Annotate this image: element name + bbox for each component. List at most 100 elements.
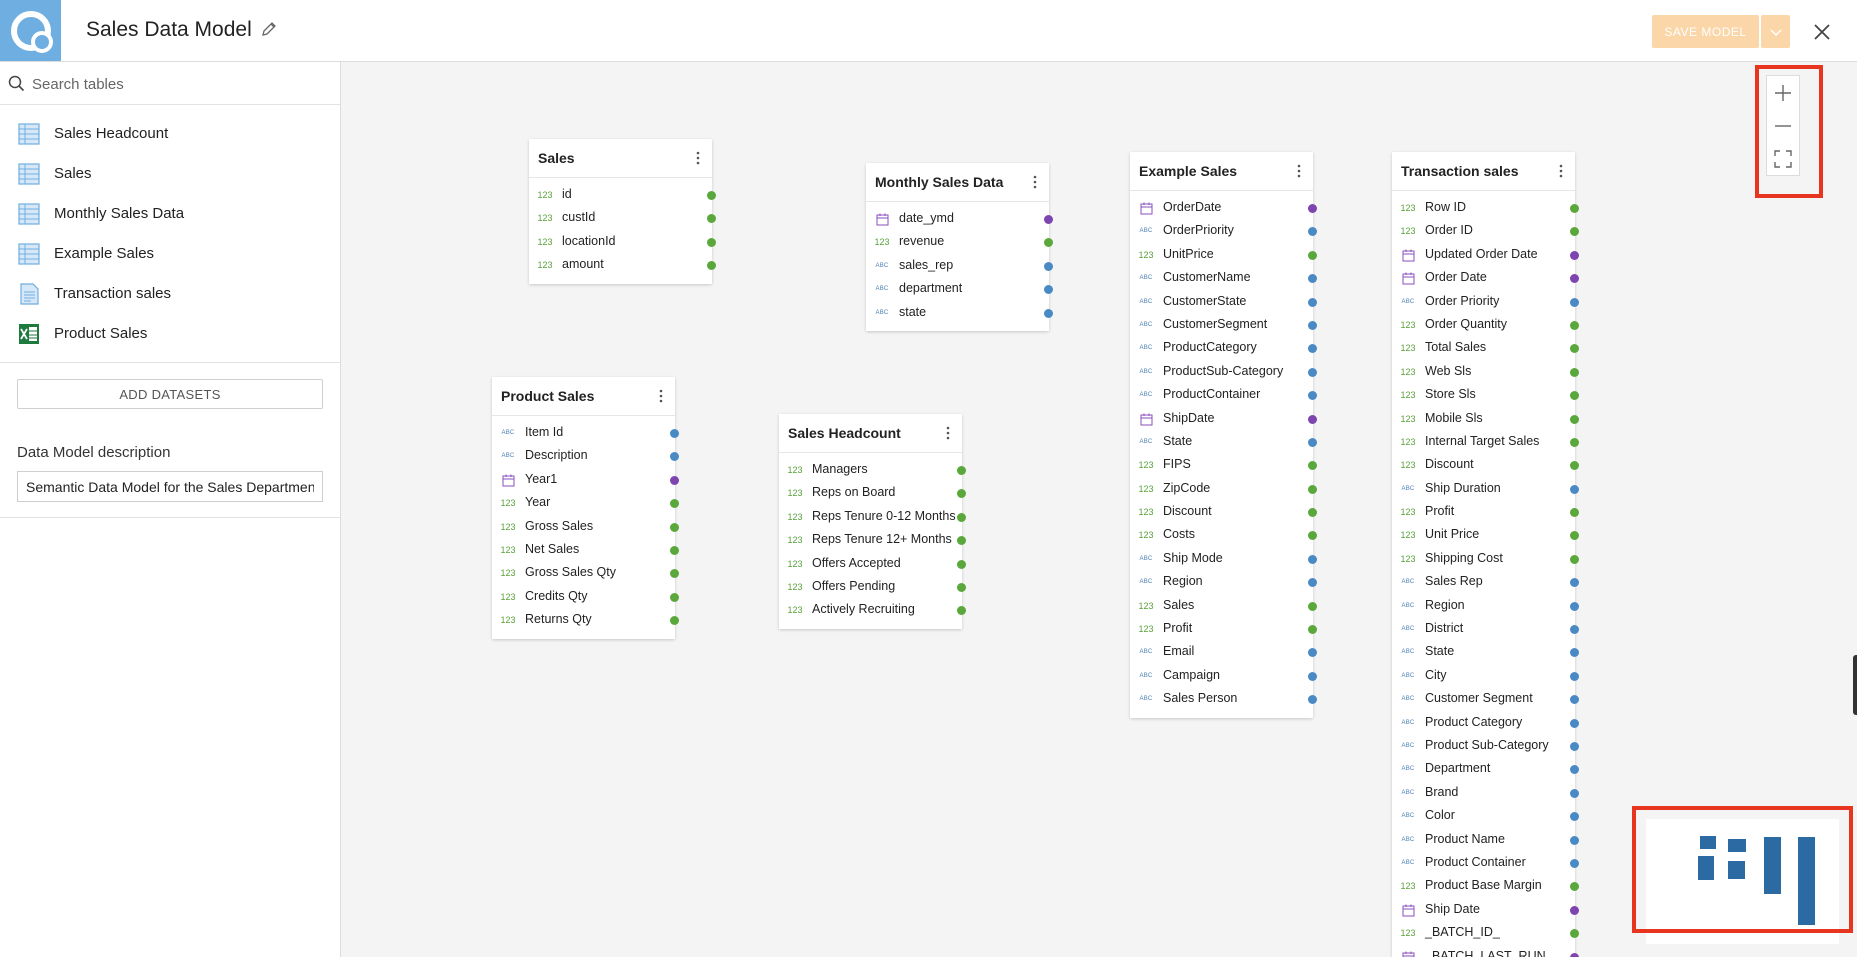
field-row[interactable]: ABC Ship Mode (1130, 548, 1317, 571)
field-row[interactable]: 123 amount (529, 254, 716, 277)
field-row[interactable]: Order Date (1392, 267, 1579, 290)
connector-dot[interactable] (1308, 461, 1317, 471)
field-row[interactable]: 123 Managers (779, 459, 966, 482)
connector-dot[interactable] (1570, 718, 1579, 728)
connector-dot[interactable] (1308, 671, 1317, 681)
add-datasets-button[interactable]: ADD DATASETS (17, 379, 323, 409)
field-row[interactable]: _BATCH_LAST_RUN_ (1392, 946, 1579, 957)
connector-dot[interactable] (957, 466, 966, 475)
field-row[interactable]: 123 UnitPrice (1130, 244, 1317, 267)
connector-dot[interactable] (1044, 238, 1053, 248)
field-row[interactable]: Ship Date (1392, 899, 1579, 922)
connector-dot[interactable] (957, 559, 966, 569)
more-options-icon[interactable] (1293, 162, 1305, 180)
connector-dot[interactable] (957, 536, 966, 546)
dataset-item[interactable]: Monthly Sales Data (0, 194, 340, 234)
connector-dot[interactable] (1308, 320, 1317, 330)
field-row[interactable]: ABC sales_rep (866, 255, 1053, 278)
save-model-button[interactable]: SAVE MODEL (1652, 15, 1759, 48)
connector-dot[interactable] (1308, 554, 1317, 564)
field-row[interactable]: ABC Item Id (492, 422, 679, 445)
field-row[interactable]: 123 Order Quantity (1392, 314, 1579, 337)
field-row[interactable]: ABC department (866, 278, 1053, 301)
connector-dot[interactable] (1308, 250, 1317, 260)
connector-dot[interactable] (1308, 391, 1317, 401)
connector-dot[interactable] (1570, 274, 1579, 284)
model-canvas[interactable]: Sales 123 id 123 custId 123 locationId 123 amoun… (341, 62, 1857, 957)
connector-dot[interactable] (1570, 437, 1579, 447)
connector-dot[interactable] (1308, 578, 1317, 588)
field-row[interactable]: 123 Profit (1130, 618, 1317, 641)
field-row[interactable]: 123 Reps Tenure 0-12 Months (779, 506, 966, 529)
field-row[interactable]: ABC state (866, 302, 1053, 325)
connector-dot[interactable] (1570, 788, 1579, 798)
field-row[interactable]: 123 Actively Recruiting (779, 599, 966, 622)
dataset-item[interactable]: Product Sales (0, 314, 340, 354)
field-row[interactable]: 123 Costs (1130, 524, 1317, 547)
connector-dot[interactable] (670, 569, 679, 579)
connector-dot[interactable] (957, 489, 966, 499)
connector-dot[interactable] (1570, 671, 1579, 681)
connector-dot[interactable] (1308, 648, 1317, 658)
connector-dot[interactable] (1570, 461, 1579, 471)
field-row[interactable]: ABC City (1392, 665, 1579, 688)
connector-dot[interactable] (1570, 695, 1579, 705)
table-card-monthly-sales-data[interactable]: Monthly Sales Data date_ymd 123 revenue ABC s… (866, 163, 1053, 331)
connector-dot[interactable] (1570, 578, 1579, 588)
field-row[interactable]: ABC Order Priority (1392, 291, 1579, 314)
connector-dot[interactable] (707, 237, 716, 247)
field-row[interactable]: 123 Mobile Sls (1392, 408, 1579, 431)
connector-dot[interactable] (1308, 344, 1317, 354)
connector-dot[interactable] (1308, 227, 1317, 237)
field-row[interactable]: ABC Region (1130, 571, 1317, 594)
field-row[interactable]: ABC Product Sub-Category (1392, 735, 1579, 758)
field-row[interactable]: ABC Product Name (1392, 829, 1579, 852)
connector-dot[interactable] (1570, 227, 1579, 237)
more-options-icon[interactable] (692, 149, 704, 167)
connector-dot[interactable] (957, 512, 966, 522)
more-options-icon[interactable] (1029, 173, 1041, 191)
field-row[interactable]: ABC Customer Segment (1392, 688, 1579, 711)
field-row[interactable]: ABC Department (1392, 758, 1579, 781)
connector-dot[interactable] (1570, 905, 1579, 915)
field-row[interactable]: ABC Description (492, 445, 679, 468)
connector-dot[interactable] (670, 475, 679, 485)
field-row[interactable]: Updated Order Date (1392, 244, 1579, 267)
connector-dot[interactable] (1570, 484, 1579, 494)
connector-dot[interactable] (1570, 414, 1579, 424)
field-row[interactable]: ABC CustomerState (1130, 291, 1317, 314)
connector-dot[interactable] (670, 499, 679, 509)
field-row[interactable]: ABC OrderPriority (1130, 220, 1317, 243)
dataset-item[interactable]: Sales Headcount (0, 114, 340, 154)
search-input[interactable] (30, 71, 324, 97)
field-row[interactable]: OrderDate (1130, 197, 1317, 220)
field-row[interactable]: 123 Year (492, 492, 679, 515)
field-row[interactable]: 123 Store Sls (1392, 384, 1579, 407)
connector-dot[interactable] (670, 452, 679, 462)
field-row[interactable]: 123 Returns Qty (492, 609, 679, 632)
field-row[interactable]: ABC Product Container (1392, 852, 1579, 875)
field-row[interactable]: 123 Reps Tenure 12+ Months (779, 529, 966, 552)
table-card-sales[interactable]: Sales 123 id 123 custId 123 locationId 123 amoun… (529, 139, 716, 284)
field-row[interactable]: 123 Offers Accepted (779, 553, 966, 576)
field-row[interactable]: ABC Region (1392, 595, 1579, 618)
connector-dot[interactable] (1308, 695, 1317, 705)
connector-dot[interactable] (1570, 858, 1579, 868)
connector-dot[interactable] (1044, 308, 1053, 318)
dataset-item[interactable]: Transaction sales (0, 274, 340, 314)
connector-dot[interactable] (670, 592, 679, 602)
description-input[interactable] (17, 471, 323, 502)
connector-dot[interactable] (670, 429, 679, 438)
field-row[interactable]: 123 _BATCH_ID_ (1392, 922, 1579, 945)
connector-dot[interactable] (670, 545, 679, 555)
connector-dot[interactable] (1308, 601, 1317, 611)
connector-dot[interactable] (1308, 508, 1317, 518)
field-row[interactable]: 123 Sales (1130, 595, 1317, 618)
field-row[interactable]: ABC State (1392, 641, 1579, 664)
field-row[interactable]: 123 Discount (1392, 454, 1579, 477)
connector-dot[interactable] (1570, 835, 1579, 845)
connector-dot[interactable] (1570, 625, 1579, 635)
dataset-item[interactable]: Sales (0, 154, 340, 194)
field-row[interactable]: ABC CustomerSegment (1130, 314, 1317, 337)
connector-dot[interactable] (670, 616, 679, 626)
